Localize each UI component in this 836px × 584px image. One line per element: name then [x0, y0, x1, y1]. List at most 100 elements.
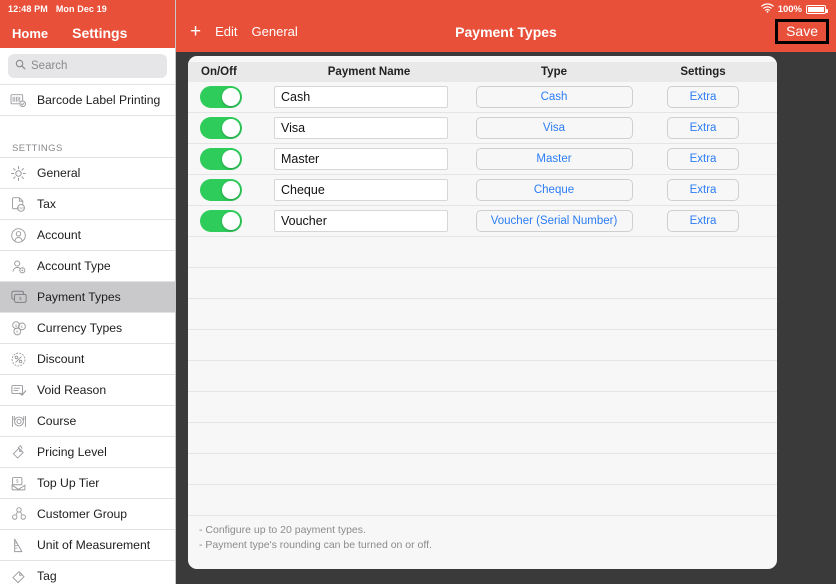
- content-panel: On/Off Payment Name Type Settings Cash Ex…: [188, 56, 777, 569]
- status-date: Mon Dec 19: [55, 4, 107, 14]
- main-pane: 100% + Edit General Payment Types Save O…: [176, 0, 836, 584]
- sidebar-item-label: Account: [37, 228, 82, 242]
- type-button[interactable]: Master: [475, 148, 633, 170]
- ruler-icon: [9, 536, 28, 555]
- sidebar-item-label: Account Type: [37, 259, 111, 273]
- cell-settings: Extra: [644, 210, 762, 232]
- sidebar-item-label: Currency Types: [37, 321, 123, 335]
- toggle-knob: [222, 181, 240, 199]
- sidebar-item-label: Unit of Measurement: [37, 538, 151, 552]
- cell-type: Cash: [464, 86, 644, 108]
- sidebar-item-customer-group[interactable]: Customer Group: [0, 498, 175, 529]
- gear-icon: [9, 164, 28, 183]
- sidebar-item-course[interactable]: Course: [0, 405, 175, 436]
- toggle-knob: [222, 212, 240, 230]
- payment-name-input[interactable]: [274, 179, 448, 201]
- cell-onoff: [188, 86, 274, 108]
- sidebar-item-label: Pricing Level: [37, 445, 107, 459]
- sidebar-item-tag[interactable]: Tag: [0, 560, 175, 584]
- sidebar-item-void-reason[interactable]: Void Reason: [0, 374, 175, 405]
- cell-type: Master: [464, 148, 644, 170]
- toggle-knob: [222, 150, 240, 168]
- sidebar-item-tax[interactable]: TAX Tax: [0, 188, 175, 219]
- page-title: Payment Types: [455, 24, 557, 40]
- svg-text:£: £: [20, 324, 23, 328]
- type-button[interactable]: Voucher (Serial Number): [475, 210, 633, 232]
- app-root: 12:48 PM Mon Dec 19 Home Settings Search: [0, 0, 836, 584]
- svg-text:$: $: [14, 323, 17, 327]
- sidebar-item-label: Discount: [37, 352, 85, 366]
- type-button[interactable]: Cash: [475, 86, 633, 108]
- toggle-knob: [222, 88, 240, 106]
- extra-settings-button[interactable]: Extra: [667, 179, 739, 201]
- svg-text:$: $: [19, 296, 22, 301]
- sidebar-item-label: Course: [37, 414, 77, 428]
- column-header-type: Type: [541, 66, 567, 78]
- sidebar-group-header: SETTINGS: [0, 135, 175, 157]
- sidebar-item-discount[interactable]: Discount: [0, 343, 175, 374]
- sidebar: 12:48 PM Mon Dec 19 Home Settings Search: [0, 0, 176, 584]
- coins-icon: $ £ €: [9, 319, 28, 338]
- sidebar-item-top-up-tier[interactable]: $ Top Up Tier: [0, 467, 175, 498]
- sidebar-item-label: Payment Types: [37, 290, 121, 304]
- sidebar-item-general[interactable]: General: [0, 157, 175, 188]
- enable-toggle[interactable]: [200, 179, 242, 201]
- sidebar-item-label: Void Reason: [37, 383, 107, 397]
- enable-toggle[interactable]: [200, 148, 242, 170]
- extra-settings-button[interactable]: Extra: [667, 117, 739, 139]
- sidebar-item-currency-types[interactable]: $ £ € Currency Types: [0, 312, 175, 343]
- column-header-payment-name: Payment Name: [327, 66, 411, 78]
- save-button[interactable]: Save: [775, 19, 829, 44]
- cell-onoff: [188, 148, 274, 170]
- extra-settings-button[interactable]: Extra: [667, 148, 739, 170]
- type-button[interactable]: Visa: [475, 117, 633, 139]
- extra-settings-button[interactable]: Extra: [667, 86, 739, 108]
- tag-icon: [9, 567, 28, 584]
- type-button[interactable]: Cheque: [475, 179, 633, 201]
- cell-settings: Extra: [644, 117, 762, 139]
- empty-table-row: [188, 237, 777, 268]
- payment-name-input[interactable]: [274, 148, 448, 170]
- svg-text:TAX: TAX: [18, 206, 25, 210]
- sidebar-status-bar: 12:48 PM Mon Dec 19: [0, 0, 175, 18]
- sidebar-item-account[interactable]: Account: [0, 219, 175, 250]
- table-body: Cash Extra Visa Extra Master Extra Cheque Extra…: [188, 82, 777, 516]
- sidebar-item-label: Barcode Label Printing: [37, 93, 161, 107]
- device-status: 100%: [760, 3, 828, 16]
- sidebar-item-payment-types[interactable]: $ Payment Types: [0, 281, 175, 312]
- search-input[interactable]: Search: [8, 54, 167, 78]
- cell-payment-name: [274, 117, 464, 139]
- payment-name-input[interactable]: [274, 86, 448, 108]
- battery-percent: 100%: [777, 4, 802, 15]
- cell-payment-name: [274, 148, 464, 170]
- sidebar-item-label: Tax: [37, 197, 56, 211]
- sidebar-item-barcode-label-printing[interactable]: Barcode Label Printing: [0, 84, 175, 115]
- empty-table-row: [188, 454, 777, 485]
- sidebar-item-label: Tag: [37, 569, 57, 583]
- empty-table-row: [188, 330, 777, 361]
- payment-name-input[interactable]: [274, 210, 448, 232]
- empty-table-row: [188, 485, 777, 516]
- sidebar-item-label: Customer Group: [37, 507, 128, 521]
- sidebar-item-pricing-level[interactable]: Pricing Level: [0, 436, 175, 467]
- column-header-settings: Settings: [680, 66, 726, 78]
- percent-badge-icon: [9, 350, 28, 369]
- search-placeholder: Search: [31, 60, 68, 72]
- table-row: Cash Extra: [188, 82, 777, 113]
- empty-table-row: [188, 392, 777, 423]
- home-button[interactable]: Home: [12, 26, 48, 41]
- empty-table-row: [188, 268, 777, 299]
- cell-settings: Extra: [644, 86, 762, 108]
- svg-text:$: $: [16, 478, 19, 483]
- enable-toggle[interactable]: [200, 117, 242, 139]
- sidebar-item-unit-of-measurement[interactable]: Unit of Measurement: [0, 529, 175, 560]
- note-check-icon: [9, 381, 28, 400]
- people-group-icon: [9, 505, 28, 524]
- cell-onoff: [188, 179, 274, 201]
- envelope-money-icon: $: [9, 474, 28, 493]
- enable-toggle[interactable]: [200, 210, 242, 232]
- enable-toggle[interactable]: [200, 86, 242, 108]
- payment-name-input[interactable]: [274, 117, 448, 139]
- sidebar-item-account-type[interactable]: Account Type: [0, 250, 175, 281]
- extra-settings-button[interactable]: Extra: [667, 210, 739, 232]
